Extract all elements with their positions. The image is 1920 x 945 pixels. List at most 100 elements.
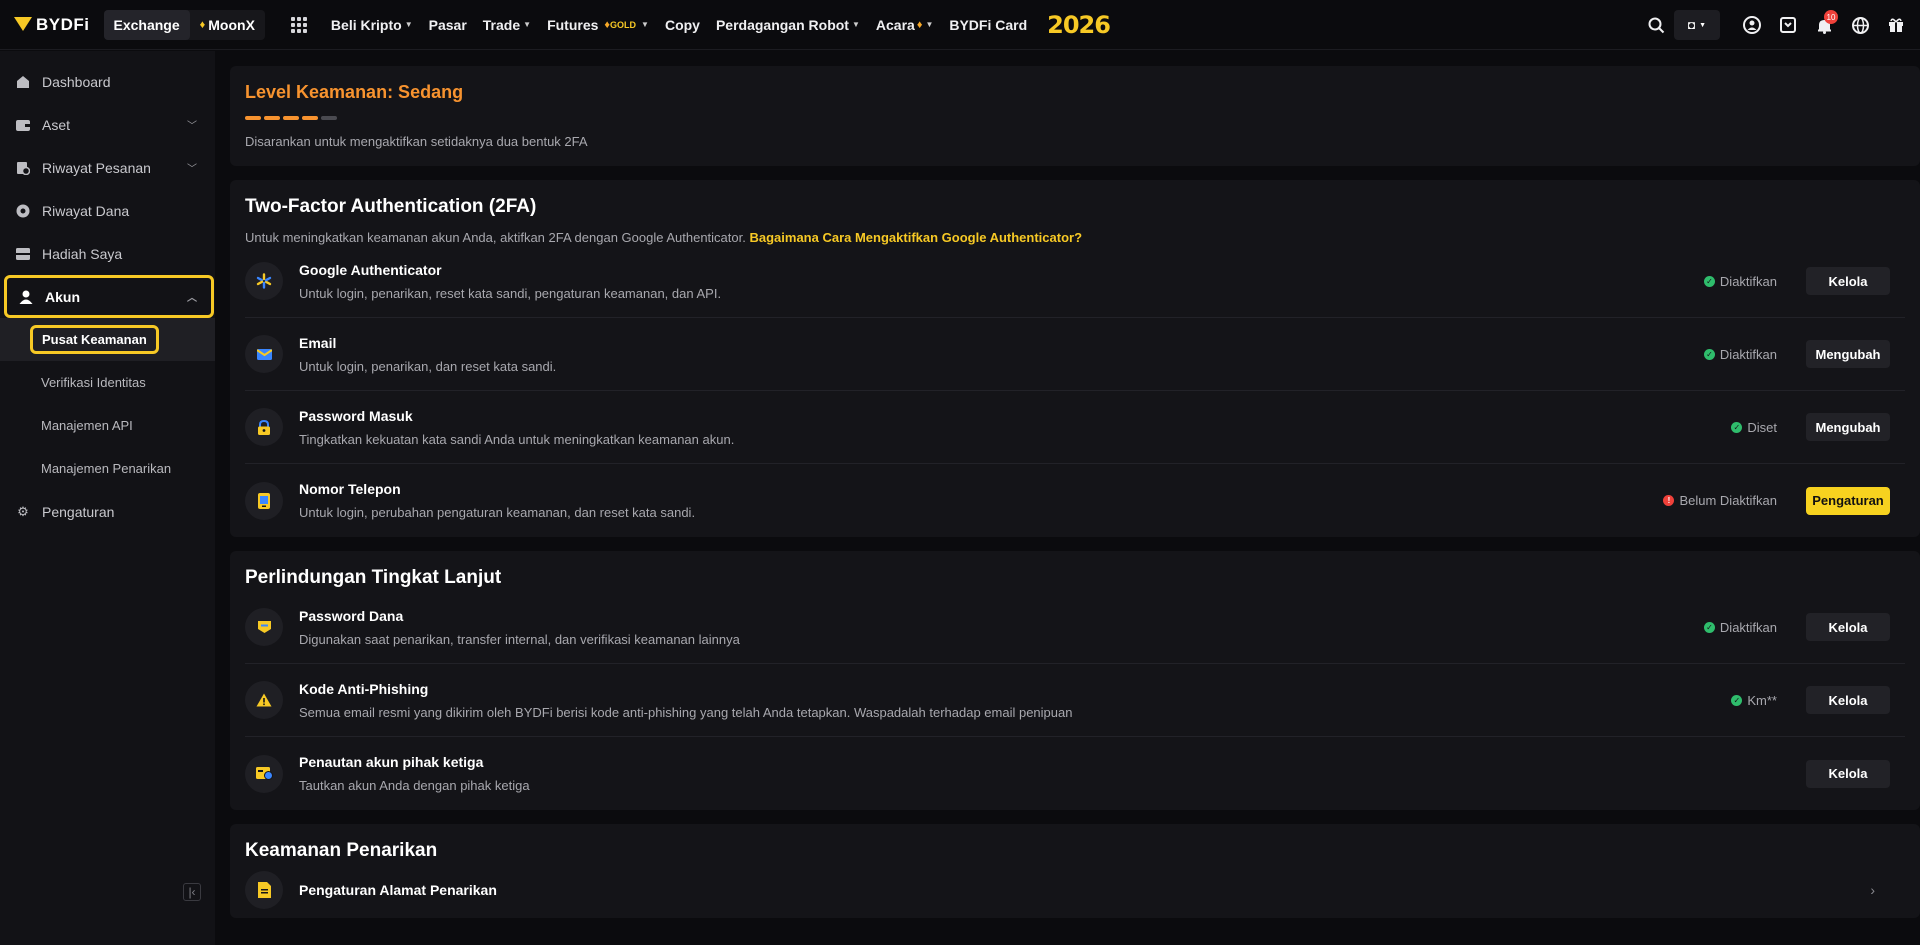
warning-icon <box>245 681 283 719</box>
sidebar-item-akun[interactable]: Akun ︿ <box>4 275 214 318</box>
section-title: Two-Factor Authentication (2FA) <box>245 196 537 217</box>
notification-count-badge: 10 <box>1824 10 1838 24</box>
nav-pasar[interactable]: Pasar <box>429 17 467 33</box>
logo-text: BYDFi <box>36 14 90 34</box>
notification-bell-icon[interactable]: 10 <box>1806 0 1842 50</box>
google-auth-help-link[interactable]: Bagaimana Cara Mengaktifkan Google Authe… <box>749 230 1082 245</box>
security-level-title: Level Keamanan: Sedang <box>245 82 464 102</box>
nav-label: Perdagangan Robot <box>715 16 849 33</box>
row-subtitle: Digunakan saat penarikan, transfer inter… <box>299 631 740 647</box>
wallet-menu[interactable]: ◘ ▼ <box>1674 0 1734 50</box>
mode-exchange-label: Exchange <box>113 16 180 33</box>
sidebar-item-label: Dashboard <box>42 73 111 90</box>
collapse-sidebar-icon[interactable]: |‹ <box>183 883 201 901</box>
withdrawal-security-card: Keamanan Penarikan Pengaturan Alamat Pen… <box>230 824 1920 918</box>
check-circle-icon: ✓ <box>1703 348 1715 360</box>
nav-perdagangan-robot[interactable]: Perdagangan Robot ▼ <box>716 17 860 33</box>
advanced-protection-card: Perlindungan Tingkat Lanjut Password Dan… <box>230 551 1920 810</box>
section-description: Untuk meningkatkan keamanan akun Anda, a… <box>245 230 1905 245</box>
list-item-google-authenticator: Google Authenticator Untuk login, penari… <box>245 245 1905 318</box>
list-item-anti-phishing: Kode Anti-Phishing Semua email resmi yan… <box>245 664 1905 737</box>
row-title: Password Dana <box>299 607 404 624</box>
nav-label: Acara <box>875 16 915 33</box>
status-text: Diset <box>1747 419 1777 435</box>
flame-icon: ♦ <box>916 18 923 31</box>
search-icon[interactable] <box>1638 0 1674 50</box>
list-item-password-dana: Password Dana Digunakan saat penarikan, … <box>245 591 1905 664</box>
nav-acara[interactable]: Acara ♦ ▼ <box>876 17 933 33</box>
status-badge: ! Belum Diaktifkan <box>1663 493 1777 508</box>
home-icon <box>15 74 31 90</box>
nav-label: Pasar <box>428 16 467 33</box>
chevron-down-icon: ﹀ <box>187 164 197 175</box>
google-authenticator-icon <box>245 262 283 300</box>
mode-exchange[interactable]: Exchange <box>103 9 190 40</box>
nav-label: Copy <box>664 16 700 33</box>
sidebar-sub-pusat-keamanan[interactable]: Pusat Keamanan <box>0 318 215 361</box>
mengubah-password-button[interactable]: Mengubah <box>1806 413 1890 441</box>
apps-grid-icon[interactable] <box>290 16 307 33</box>
sidebar-item-hadiah-saya[interactable]: Hadiah Saya <box>0 232 215 275</box>
nav-label: Futures <box>547 16 599 33</box>
gift-icon <box>15 246 31 262</box>
mengubah-email-button[interactable]: Mengubah <box>1806 340 1890 368</box>
sidebar-item-pengaturan[interactable]: ⚙ Pengaturan <box>0 490 215 533</box>
globe-icon[interactable] <box>1842 0 1878 50</box>
mode-moonx[interactable]: ♦ MoonX <box>190 10 265 40</box>
sidebar-sub-label: Verifikasi Identitas <box>41 375 146 390</box>
gift-box-icon[interactable] <box>1878 0 1914 50</box>
chevron-down-icon: ﹀ <box>187 121 197 132</box>
kelola-password-dana-button[interactable]: Kelola <box>1806 613 1890 641</box>
row-subtitle: Tautkan akun Anda dengan pihak ketiga <box>299 778 530 793</box>
pengaturan-telepon-button[interactable]: Pengaturan <box>1806 486 1890 515</box>
nav-trade[interactable]: Trade ▼ <box>483 17 531 33</box>
user-icon <box>18 289 34 305</box>
level-segment <box>302 116 318 120</box>
bydfi-logo[interactable]: BYDFi <box>14 0 90 50</box>
list-item-email: Email Untuk login, penarikan, dan reset … <box>245 318 1905 391</box>
row-title: Google Authenticator <box>299 261 442 278</box>
nav-label: Beli Kripto <box>330 16 402 33</box>
nav-futures[interactable]: Futures ♦GOLD ▼ <box>547 17 649 33</box>
fund-password-icon <box>245 608 283 646</box>
order-history-icon <box>15 160 31 176</box>
row-subtitle: Semua email resmi yang dikirim oleh BYDF… <box>299 704 1073 720</box>
mode-switch: Exchange ♦ MoonX <box>103 9 265 40</box>
level-segment <box>283 116 299 120</box>
sidebar-item-label: Pengaturan <box>42 503 115 520</box>
lock-icon <box>245 408 283 446</box>
chevron-right-icon: › <box>1870 882 1875 898</box>
wallet-icon <box>15 117 31 133</box>
user-icon[interactable] <box>1734 0 1770 50</box>
nav-bydfi-card[interactable]: BYDFi Card <box>949 17 1027 33</box>
top-navigation-bar: BYDFi Exchange ♦ MoonX Beli Kripto ▼ Pasar… <box>0 0 1920 50</box>
sidebar-sub-label: Manajemen Penarikan <box>41 461 172 476</box>
level-segment <box>321 116 337 120</box>
status-badge: ✓ Diset <box>1731 420 1777 435</box>
kelola-google-auth-button[interactable]: Kelola <box>1806 267 1890 295</box>
sidebar-item-riwayat-dana[interactable]: Riwayat Dana <box>0 189 215 232</box>
wallet-icon: ◘ ▼ <box>1674 10 1720 40</box>
section-title: Keamanan Penarikan <box>245 840 438 861</box>
sidebar-sub-manajemen-penarikan[interactable]: Manajemen Penarikan <box>0 447 215 490</box>
sidebar-sub-manajemen-api[interactable]: Manajemen API <box>0 404 215 447</box>
nav-copy[interactable]: Copy <box>665 17 700 33</box>
nav-beli-kripto[interactable]: Beli Kripto ▼ <box>331 17 413 33</box>
status-text: Belum Diaktifkan <box>1679 493 1777 508</box>
sidebar-item-dashboard[interactable]: Dashboard <box>0 60 215 103</box>
sidebar-sub-label: Pusat Keamanan <box>30 325 159 354</box>
list-item-withdrawal-address[interactable]: Pengaturan Alamat Penarikan › <box>245 862 1905 918</box>
kelola-anti-phishing-button[interactable]: Kelola <box>1806 686 1890 714</box>
sidebar-item-riwayat-pesanan[interactable]: Riwayat Pesanan ﹀ <box>0 146 215 189</box>
kelola-third-party-button[interactable]: Kelola <box>1806 759 1890 788</box>
anniversary-2026-banner[interactable]: 2026 <box>1047 11 1111 39</box>
gold-badge-text: GOLD <box>610 19 637 30</box>
caret-down-icon: ▼ <box>523 20 532 29</box>
sidebar-sub-verifikasi-identitas[interactable]: Verifikasi Identitas <box>0 361 215 404</box>
sidebar-item-aset[interactable]: Aset ﹀ <box>0 103 215 146</box>
chevron-up-icon: ︿ <box>187 293 197 304</box>
mode-moonx-label: MoonX <box>208 16 255 33</box>
download-app-icon[interactable] <box>1770 0 1806 50</box>
row-title: Kode Anti-Phishing <box>299 680 429 697</box>
caret-down-icon: ▼ <box>641 20 649 29</box>
